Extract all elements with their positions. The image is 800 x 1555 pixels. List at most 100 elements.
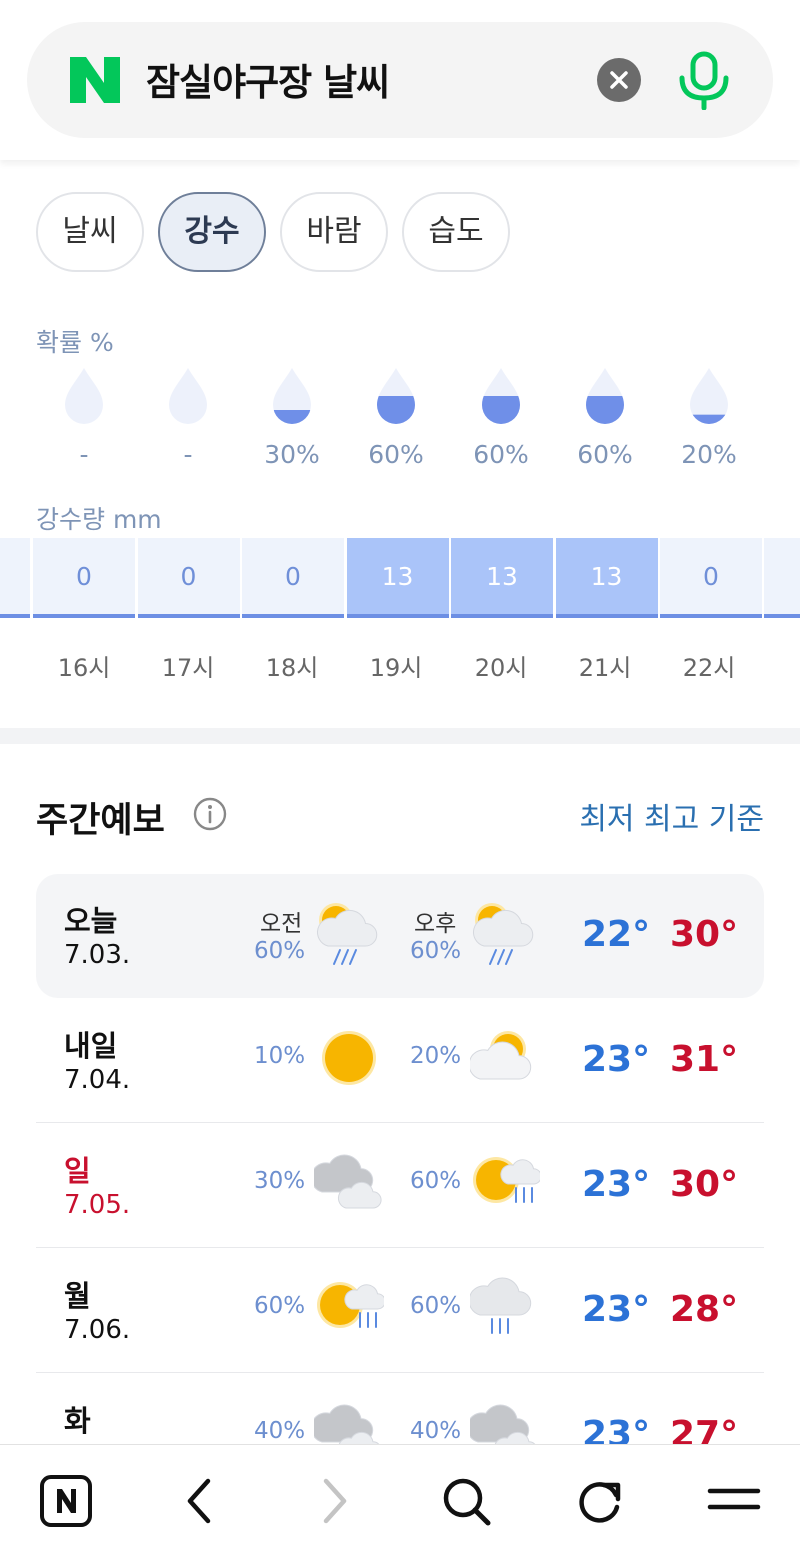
naver-logo-icon[interactable] [70,57,120,103]
day-name: 월 [64,1279,91,1313]
daily-forecast-row[interactable]: 일 7.05. 30% 60% 23° 30° [36,1124,764,1248]
tab-humidity[interactable]: 습도 [402,192,510,272]
day-date: 7.06. [64,1315,131,1345]
temperature-basis-link[interactable]: 최저 최고 기준 [579,794,764,838]
clear-search-button[interactable] [597,58,641,102]
high-temperature: 31° [670,1039,739,1080]
hour-label: 17시 [161,654,215,682]
rain-amount-cell-partial [0,538,30,618]
tab-weather[interactable]: 날씨 [36,192,144,272]
high-temperature: 30° [670,914,739,955]
microphone-icon[interactable] [676,50,732,110]
day-name: 오늘 [64,904,118,938]
low-temperature: 23° [582,1164,651,1205]
pm-label: 오후 [414,911,457,937]
day-date: 7.03. [64,940,131,970]
amount-label: 강수량 mm [36,505,162,534]
search-bar[interactable] [27,22,773,138]
pm-rain-probability: 20% [410,1043,462,1069]
low-temperature: 23° [582,1039,651,1080]
high-temperature: 28° [670,1289,739,1330]
hour-label: 20시 [474,654,528,682]
raindrop-icon [482,368,520,424]
day-date: 7.05. [64,1190,131,1220]
precip-probability-value: 60% [473,440,529,469]
tab-wind[interactable]: 바람 [280,192,388,272]
sun-icon [322,1031,376,1085]
precip-probability-item: - [32,366,136,469]
rain-amount-cell: 13 [346,538,449,618]
precip-probability-item: 30% [240,366,344,469]
high-temperature: 30° [670,1164,739,1205]
daily-forecast-row[interactable]: 월 7.06. 60% 60% 23° 28° [36,1249,764,1373]
sun-shower-icon [473,1157,540,1203]
search-header: 잠실야구장 날씨 [0,0,800,160]
section-divider [0,728,800,744]
rain-amount-cell: 0 [660,538,762,618]
am-rain-probability: 60% [254,938,306,964]
low-temperature: 22° [582,914,651,955]
low-temperature: 23° [582,1289,651,1330]
raindrop-icon [65,368,103,424]
rain-amount-cell: 0 [137,538,240,618]
am-rain-probability: 30% [254,1168,306,1194]
pm-rain-probability: 60% [410,1293,462,1319]
back-arrow-icon[interactable] [170,1471,230,1531]
daily-forecast-row[interactable]: 오늘 7.03. 오전 오후 60% 60% 22° 30° [36,874,764,998]
rain-amount-cell: 0 [33,538,135,618]
day-name: 화 [64,1404,91,1438]
am-label: 오전 [260,911,303,937]
refresh-icon[interactable] [570,1471,630,1531]
precip-probability-value: 60% [368,440,424,469]
search-query-input[interactable]: 잠실야구장 날씨 [146,52,390,106]
menu-icon[interactable] [704,1471,764,1531]
precip-probability-value: 30% [264,440,320,469]
day-date: 7.04. [64,1065,131,1095]
day-name: 내일 [64,1029,118,1063]
info-icon[interactable] [193,797,227,831]
tab-precipitation[interactable]: 강수 [158,192,266,272]
hour-label: 18시 [265,654,319,682]
raindrop-icon [377,368,415,424]
hour-label: 19시 [369,654,423,682]
probability-label: 확률 % [36,328,114,357]
raindrop-icon [273,368,311,424]
precip-probability-value: - [183,440,193,469]
rain-amount-cell-partial [764,538,800,618]
am-rain-probability: 60% [254,1293,306,1319]
pm-rain-probability: 40% [410,1418,462,1444]
day-name: 일 [64,1154,91,1188]
am-rain-probability: 40% [254,1418,306,1444]
raindrop-icon [169,368,207,424]
cloudy-icon [314,1154,382,1209]
precip-probability-value: 20% [681,440,737,469]
precip-probability-item: 60% [344,366,448,469]
forward-arrow-icon[interactable] [304,1471,364,1531]
raindrop-icon [690,368,728,424]
precip-probability-item: 20% [657,366,761,469]
search-icon[interactable] [436,1471,496,1531]
precip-probability-item: 60% [553,366,657,469]
hour-label: 22시 [682,654,736,682]
bottom-navigation [0,1444,800,1555]
precip-probability-item: 60% [449,366,553,469]
daily-forecast-row[interactable]: 내일 7.04. 10% 20% 23° 31° [36,999,764,1123]
sun-cloud-icon [470,1031,532,1080]
rain-amount-cell: 13 [555,538,658,618]
cloud-rain-icon [470,1277,532,1334]
precip-probability-value: - [79,440,89,469]
rain-amount-cell: 0 [242,538,344,618]
am-rain-probability: 10% [254,1043,306,1069]
sun-cloud-rain-icon [317,903,378,965]
precip-amount-row: 0 0 0 13 13 13 0 [0,538,800,618]
naver-home-icon[interactable] [36,1471,96,1531]
precip-probability-value: 60% [577,440,633,469]
hour-label: 16시 [57,654,111,682]
raindrop-icon [586,368,624,424]
rain-amount-cell: 13 [451,538,553,618]
pm-rain-probability: 60% [410,938,462,964]
sun-shower-icon [317,1282,384,1328]
weekly-forecast-title: 주간예보 [36,801,165,841]
sun-cloud-rain-icon [473,903,534,965]
close-icon [610,71,628,89]
